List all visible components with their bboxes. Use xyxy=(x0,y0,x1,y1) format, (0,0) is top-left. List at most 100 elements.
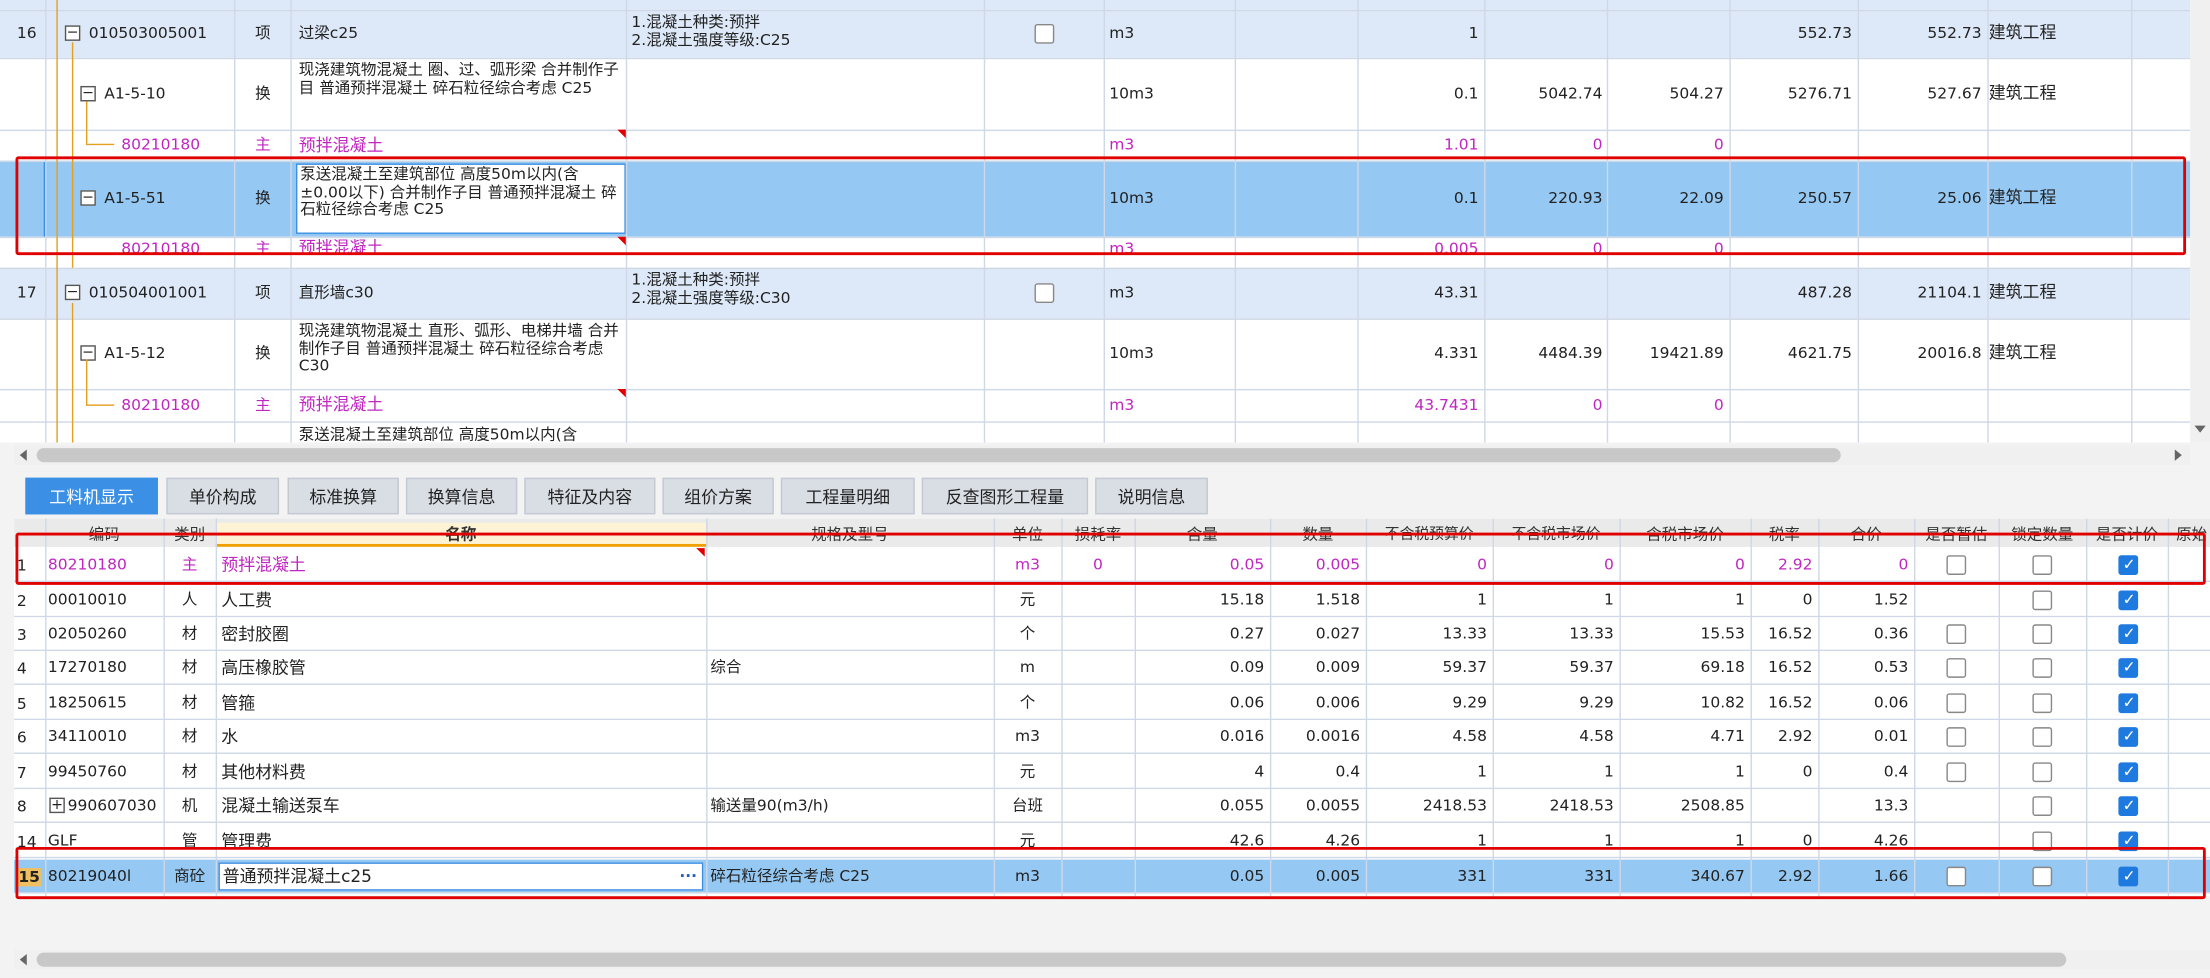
col-header-kind[interactable]: 类别 xyxy=(163,522,216,547)
cell-qty[interactable]: 0.006 xyxy=(1270,693,1366,712)
lower-horizontal-scrollbar[interactable] xyxy=(14,949,2210,970)
cell-qty[interactable]: 0.005 xyxy=(1270,555,1366,574)
cell-content[interactable]: 15.18 xyxy=(1135,590,1270,609)
priced-checkbox[interactable] xyxy=(2118,693,2139,714)
col-header-loss[interactable]: 损耗率 xyxy=(1061,522,1135,547)
tab-material-display[interactable]: 工料机显示 xyxy=(25,477,158,515)
cell-qty[interactable]: 0.009 xyxy=(1270,658,1366,677)
item-name[interactable]: 现浇建筑物混凝土 圈、过、弧形梁 合并制作子目 普通预拌混凝土 碎石粒径综合考虑… xyxy=(299,62,626,98)
item-qty[interactable]: 4.331 xyxy=(1360,344,1484,363)
cell-name[interactable]: 混凝土输送泵车 xyxy=(221,796,700,816)
item-name[interactable]: 过梁c25 xyxy=(299,24,358,43)
priced-checkbox[interactable] xyxy=(2118,866,2139,887)
cell-qty[interactable]: 0.4 xyxy=(1270,762,1366,781)
priced-checkbox[interactable] xyxy=(2118,624,2139,645)
tab-features[interactable]: 特征及内容 xyxy=(524,477,656,515)
cell-qty[interactable]: 0.0016 xyxy=(1270,727,1366,746)
cell-qty[interactable]: 1.518 xyxy=(1270,590,1366,609)
table-row[interactable]: 80210180 主 预拌混凝土 m3 0.005 0 0 xyxy=(0,236,2191,254)
col-header-code[interactable]: 编码 xyxy=(45,522,164,547)
upper-horizontal-scrollbar[interactable] xyxy=(14,445,2191,466)
cell-qty[interactable]: 0.005 xyxy=(1270,867,1366,886)
cell-spec[interactable]: 碎石粒径综合考虑 C25 xyxy=(710,867,989,886)
cell-content[interactable]: 42.6 xyxy=(1135,831,1270,850)
scroll-left-icon[interactable] xyxy=(19,449,27,461)
col-header-tax-rate[interactable]: 税率 xyxy=(1750,522,1819,547)
cell-name[interactable]: 高压橡胶管 xyxy=(221,658,700,678)
item-qty[interactable]: 43.31 xyxy=(1360,283,1484,302)
item-name[interactable]: 泵送混凝土至建筑部位 高度50m以内(含 xyxy=(299,426,577,443)
cell-name[interactable]: 密封胶圈 xyxy=(221,624,700,644)
item-qty[interactable]: 1 xyxy=(1360,24,1484,43)
item-description[interactable]: 1.混凝土种类:预拌 2.混凝土强度等级:C30 xyxy=(631,272,983,308)
cell-name[interactable]: 其他材料费 xyxy=(221,762,700,782)
table-row[interactable]: 80210180 主 预拌混凝土 m3 1.01 0 0 xyxy=(0,129,2191,161)
cell-content[interactable]: 0.016 xyxy=(1135,727,1270,746)
cell-name[interactable]: 普通预拌混凝土c25 xyxy=(218,862,704,891)
estimate-checkbox[interactable] xyxy=(1946,555,1967,575)
col-header-market-price[interactable]: 不含税市场价 xyxy=(1492,522,1620,547)
lock-qty-checkbox[interactable] xyxy=(2032,624,2053,645)
cell-qty[interactable]: 0.0055 xyxy=(1270,796,1366,815)
expand-icon[interactable]: + xyxy=(49,797,65,814)
tab-description[interactable]: 说明信息 xyxy=(1095,477,1208,515)
collapse-icon[interactable]: − xyxy=(64,284,81,301)
collapse-icon[interactable]: − xyxy=(80,190,96,206)
estimate-checkbox[interactable] xyxy=(1946,727,1967,747)
table-row-selected[interactable]: − A1-5-51 换 泵送混凝土至建筑部位 高度50m以内(含±0.00以下)… xyxy=(0,160,2191,237)
item-checkbox[interactable] xyxy=(1034,23,1055,44)
item-name-editor[interactable]: 泵送混凝土至建筑部位 高度50m以内(含±0.00以下) 合并制作子目 普通预拌… xyxy=(295,163,626,234)
cell-content[interactable]: 0.055 xyxy=(1135,796,1270,815)
cell-content[interactable]: 0.05 xyxy=(1135,867,1270,886)
tab-pricing-scheme[interactable]: 组价方案 xyxy=(662,477,774,515)
priced-checkbox[interactable] xyxy=(2118,762,2139,783)
tab-conversion-info[interactable]: 换算信息 xyxy=(405,477,518,515)
cell-content[interactable]: 0.06 xyxy=(1135,693,1270,712)
lock-qty-checkbox[interactable] xyxy=(2032,658,2053,678)
ellipsis-button[interactable]: ··· xyxy=(679,867,697,886)
item-description[interactable]: 1.混凝土种类:预拌 2.混凝土强度等级:C25 xyxy=(631,14,983,50)
col-header-priced[interactable]: 是否计价 xyxy=(2085,522,2168,547)
estimate-checkbox[interactable] xyxy=(1946,762,1967,783)
cell-qty[interactable]: 4.26 xyxy=(1270,831,1366,850)
lock-qty-checkbox[interactable] xyxy=(2032,796,2053,816)
lock-qty-checkbox[interactable] xyxy=(2032,590,2053,611)
item-checkbox[interactable] xyxy=(1034,283,1055,303)
priced-checkbox[interactable] xyxy=(2118,796,2139,816)
table-row[interactable]: 80210180 主 预拌混凝土 m3 43.7431 0 0 xyxy=(0,388,2191,422)
priced-checkbox[interactable] xyxy=(2118,658,2139,678)
item-name[interactable]: 预拌混凝土 xyxy=(299,395,384,415)
cell-content[interactable]: 0.09 xyxy=(1135,658,1270,677)
tab-quantity-detail[interactable]: 工程量明细 xyxy=(780,477,915,515)
priced-checkbox[interactable] xyxy=(2118,590,2139,611)
cell-name[interactable]: 管理费 xyxy=(221,831,700,851)
item-name[interactable]: 预拌混凝土 xyxy=(299,135,384,155)
col-header-lock-qty[interactable]: 锁定数量 xyxy=(1998,522,2086,547)
item-name[interactable]: 直形墙c30 xyxy=(299,283,374,302)
col-header-unit[interactable]: 单位 xyxy=(993,522,1062,547)
col-header-total[interactable]: 合价 xyxy=(1818,522,1915,547)
table-row[interactable]: 17 − 010504001001 项 直形墙c30 1.混凝土种类:预拌 2.… xyxy=(0,267,2191,319)
item-name[interactable]: 预拌混凝土 xyxy=(299,238,384,254)
col-header-qty[interactable]: 数量 xyxy=(1269,522,1366,547)
lock-qty-checkbox[interactable] xyxy=(2032,555,2053,575)
collapse-icon[interactable]: − xyxy=(80,85,96,102)
cell-name[interactable]: 预拌混凝土 xyxy=(221,555,700,575)
lock-qty-checkbox[interactable] xyxy=(2032,727,2053,747)
scroll-thumb[interactable] xyxy=(36,448,1841,463)
cell-name[interactable]: 水 xyxy=(221,727,700,747)
scroll-right-icon[interactable] xyxy=(2174,449,2182,461)
tab-unit-price[interactable]: 单价构成 xyxy=(166,477,280,515)
scroll-thumb[interactable] xyxy=(36,952,2067,967)
col-header-budget-price[interactable]: 不含税预算价 xyxy=(1365,522,1493,547)
col-header-name[interactable]: 名称 xyxy=(215,522,707,547)
priced-checkbox[interactable] xyxy=(2118,831,2139,852)
cell-spec[interactable]: 输送量90(m3/h) xyxy=(710,796,989,815)
table-row[interactable]: 16 − 010503005001 项 过梁c25 1.混凝土种类:预拌 2.混… xyxy=(0,9,2191,58)
cell-spec[interactable]: 综合 xyxy=(710,658,989,677)
priced-checkbox[interactable] xyxy=(2118,727,2139,747)
cell-name[interactable]: 管箍 xyxy=(221,693,700,713)
col-header-spec[interactable]: 规格及型号 xyxy=(706,522,994,547)
col-header-tax-market-price[interactable]: 含税市场价 xyxy=(1619,522,1751,547)
estimate-checkbox[interactable] xyxy=(1946,624,1967,645)
